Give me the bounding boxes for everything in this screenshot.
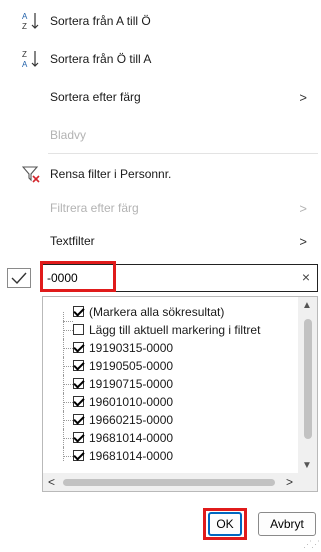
select-all-item[interactable]: (Markera alla sökresultat) <box>43 303 297 322</box>
sort-by-color-item[interactable]: Sortera efter färg > <box>0 83 321 111</box>
checkmark-icon <box>7 268 31 288</box>
filter-by-color-label: Filtrera efter färg <box>50 201 139 215</box>
checkbox[interactable] <box>73 342 84 353</box>
list-item-label: 19190715-0000 <box>89 377 174 391</box>
chevron-down-icon[interactable]: ▼ <box>302 460 312 471</box>
checkbox[interactable] <box>73 324 84 335</box>
search-box: × <box>42 264 318 292</box>
sort-ascending-label: Sortera från A till Ö <box>50 14 151 28</box>
chevron-up-icon[interactable]: ▲ <box>302 300 312 311</box>
list-item[interactable]: 19601010-0000 <box>43 393 297 411</box>
text-filter-label: Textfilter <box>50 234 95 248</box>
list-item[interactable]: 19190505-0000 <box>43 357 297 375</box>
checkbox[interactable] <box>73 414 84 425</box>
tree-connector <box>63 375 73 393</box>
chevron-right-icon: > <box>299 200 307 216</box>
sort-ascending-icon: A Z <box>22 12 39 31</box>
tree-connector <box>63 447 73 461</box>
svg-text:Z: Z <box>22 22 27 31</box>
clear-filter-icon <box>22 166 40 183</box>
list-item[interactable]: 19681014-0000 <box>43 447 297 461</box>
tree-connector <box>63 393 73 411</box>
list-item-label: 19681014-0000 <box>89 431 174 445</box>
checkbox[interactable] <box>73 306 84 317</box>
tree-connector <box>63 321 73 339</box>
scroll-thumb[interactable] <box>304 319 312 439</box>
list-item-label: 19601010-0000 <box>89 395 174 409</box>
scroll-thumb[interactable] <box>63 479 275 486</box>
search-input[interactable] <box>47 268 277 288</box>
list-item[interactable]: 19190715-0000 <box>43 375 297 393</box>
sort-descending-label: Sortera från Ö till A <box>50 52 152 66</box>
checkbox[interactable] <box>73 450 84 461</box>
close-icon[interactable]: × <box>302 269 310 285</box>
checkbox[interactable] <box>73 360 84 371</box>
filter-by-color-item: Filtrera efter färg > <box>0 194 321 222</box>
list-item-label: 19681014-0000 <box>89 449 174 461</box>
scrollbar-corner <box>298 473 317 491</box>
add-selection-item[interactable]: Lägg till aktuell markering i filtret <box>43 321 297 339</box>
clear-filter-label: Rensa filter i Personnr. <box>50 167 172 181</box>
chevron-right-icon: > <box>299 233 307 249</box>
sheet-view-label: Bladvy <box>50 128 87 142</box>
list-item[interactable]: 19660215-0000 <box>43 411 297 429</box>
list-item-label: 19660215-0000 <box>89 413 174 427</box>
list-item-label: 19190505-0000 <box>89 359 174 373</box>
list-item-label: 19190315-0000 <box>89 341 174 355</box>
svg-text:Z: Z <box>22 50 27 59</box>
sort-ascending-item[interactable]: A Z Sortera från A till Ö <box>0 7 321 35</box>
chevron-right-icon: > <box>299 89 307 105</box>
tree-connector <box>63 357 73 375</box>
chevron-left-icon[interactable]: < <box>48 475 55 489</box>
ok-button[interactable]: OK <box>208 512 242 536</box>
checkbox[interactable] <box>73 432 84 443</box>
resize-grip-icon[interactable]: ⋰⋰ <box>303 539 320 550</box>
chevron-right-icon[interactable]: > <box>286 475 293 489</box>
filter-value-list[interactable]: (Markera alla sökresultat) Lägg till akt… <box>42 296 318 492</box>
sort-by-color-label: Sortera efter färg <box>50 90 141 104</box>
tree-connector <box>63 339 73 357</box>
autofilter-dropdown: A Z Sortera från A till Ö Z A Sortera fr… <box>0 0 321 552</box>
cancel-button[interactable]: Avbryt <box>258 512 316 536</box>
horizontal-scrollbar[interactable]: < > <box>43 473 298 491</box>
sheet-view-item: Bladvy <box>0 121 321 149</box>
text-filter-item[interactable]: Textfilter > <box>0 227 321 255</box>
list-item[interactable]: 19190315-0000 <box>43 339 297 357</box>
tree-connector <box>63 312 73 322</box>
svg-text:A: A <box>22 60 28 69</box>
tree-connector <box>63 429 73 447</box>
checkbox[interactable] <box>73 378 84 389</box>
vertical-scrollbar[interactable]: ▲ ▼ <box>298 297 317 473</box>
select-all-label: (Markera alla sökresultat) <box>89 305 225 319</box>
sort-descending-item[interactable]: Z A Sortera från Ö till A <box>0 45 321 73</box>
sort-descending-icon: Z A <box>22 50 39 69</box>
add-selection-label: Lägg till aktuell markering i filtret <box>89 323 261 337</box>
svg-text:A: A <box>22 12 28 21</box>
menu-separator <box>48 153 318 154</box>
tree-connector <box>63 411 73 429</box>
list-item[interactable]: 19681014-0000 <box>43 429 297 447</box>
checkbox[interactable] <box>73 396 84 407</box>
clear-filter-item[interactable]: Rensa filter i Personnr. <box>0 160 321 188</box>
